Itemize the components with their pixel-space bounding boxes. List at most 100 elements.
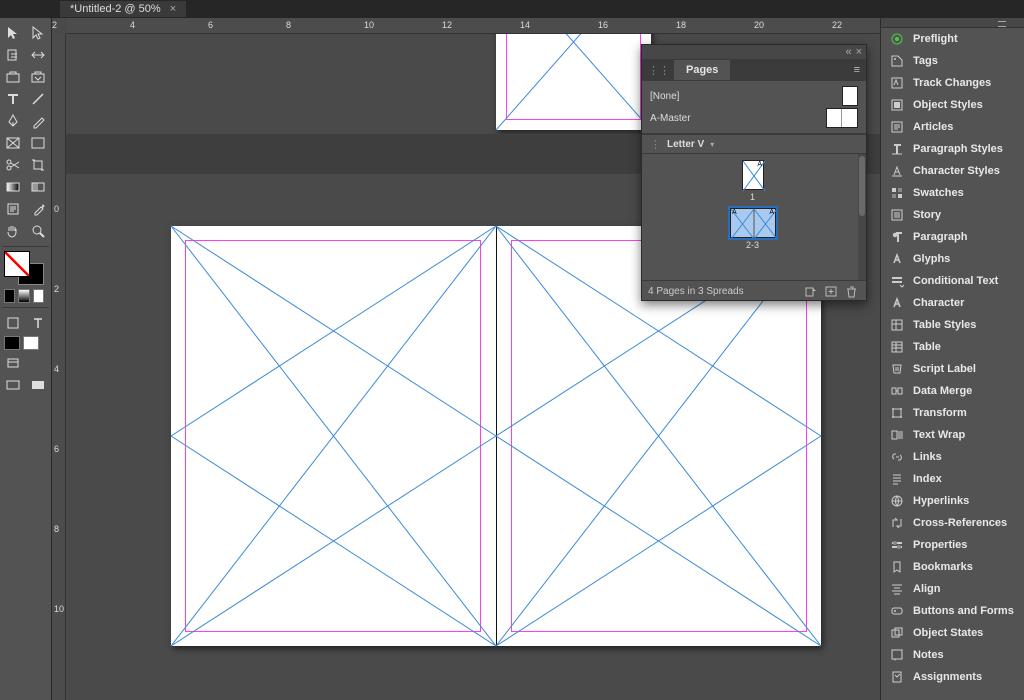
page-1[interactable] [496,34,651,130]
panel-text-wrap[interactable]: Text Wrap [881,424,1024,446]
swatch-defaults [4,336,47,350]
formatting-text-icon[interactable] [26,312,52,334]
panel-links[interactable]: Links [881,446,1024,468]
panel-articles[interactable]: Articles [881,116,1024,138]
document-tab[interactable]: *Untitled-2 @ 50% × [60,1,186,17]
panel-data-merge[interactable]: Data Merge [881,380,1024,402]
page-1-thumb[interactable]: A [742,160,764,190]
panel-bookmarks[interactable]: Bookmarks [881,556,1024,578]
panel-character-styles[interactable]: Character Styles [881,160,1024,182]
rectangle-tool-icon[interactable] [26,132,52,154]
edit-page-size-icon[interactable] [802,285,820,299]
panel-assignments[interactable]: Assignments [881,666,1024,688]
new-page-icon[interactable] [822,285,840,299]
panel-index[interactable]: Index [881,468,1024,490]
panel-character[interactable]: Character [881,292,1024,314]
cross-references-icon [889,515,905,531]
apply-none-icon[interactable] [33,289,44,303]
panel-swatches[interactable]: Swatches [881,182,1024,204]
spread-2-3-thumb[interactable]: AA [730,208,776,238]
panel-notes[interactable]: Notes [881,644,1024,666]
panel-conditional-text[interactable]: Conditional Text [881,270,1024,292]
zoom-tool-icon[interactable] [26,220,52,242]
panel-story[interactable]: Story [881,204,1024,226]
page-tool-icon[interactable] [0,44,26,66]
paragraph-icon [889,229,905,245]
panel-track-changes[interactable]: Track Changes [881,72,1024,94]
ruler-tick: 6 [208,20,213,30]
gap-tool-icon[interactable] [26,44,52,66]
panel-script-label[interactable]: Script Label [881,358,1024,380]
free-transform-tool-icon[interactable] [26,154,52,176]
object-styles-icon [889,97,905,113]
pages-panel-titlebar[interactable]: « × [642,45,866,59]
panel-preflight[interactable]: Preflight [881,28,1024,50]
pages-panel-footer: 4 Pages in 3 Spreads [642,280,866,302]
panel-table-styles[interactable]: Table Styles [881,314,1024,336]
panel-transform[interactable]: Transform [881,402,1024,424]
panel-object-states[interactable]: Object States [881,622,1024,644]
panel-hyperlinks[interactable]: Hyperlinks [881,490,1024,512]
panel-label: Object States [913,627,983,639]
screen-mode-icon[interactable] [0,374,26,396]
master-none-thumb[interactable] [842,86,858,106]
pencil-tool-icon[interactable] [26,110,52,132]
view-mode-normal-icon[interactable] [0,352,26,374]
apply-color-icon[interactable] [4,289,15,303]
line-tool-icon[interactable] [26,88,52,110]
hand-tool-icon[interactable] [0,220,26,242]
collapse-panel-icon[interactable]: « [845,46,851,58]
panel-paragraph-styles[interactable]: Paragraph Styles [881,138,1024,160]
content-collector-tool-icon[interactable] [0,66,26,88]
pages-scrollbar[interactable] [858,154,866,280]
master-a-row[interactable]: A-Master [650,107,858,129]
panel-label: Buttons and Forms [913,605,1014,617]
chevron-down-icon[interactable]: ▾ [710,140,714,149]
scissors-tool-icon[interactable] [0,154,26,176]
panel-align[interactable]: Align [881,578,1024,600]
fill-stroke-swatch[interactable] [4,251,48,285]
panel-properties[interactable]: Properties [881,534,1024,556]
selection-tool-icon[interactable] [0,22,26,44]
drag-handle-icon[interactable]: ⋮⋮ [648,64,670,77]
pages-thumbnails-area: A 1 AA 2-3 [642,154,866,280]
direct-selection-tool-icon[interactable] [26,22,52,44]
ruler-tick: 6 [54,444,59,454]
panel-table[interactable]: Table [881,336,1024,358]
master-a-thumb[interactable] [826,108,858,128]
note-tool-icon[interactable] [0,198,26,220]
dock-header[interactable] [881,18,1024,28]
vertical-ruler[interactable]: 0246810 [52,34,66,700]
tags-icon [889,53,905,69]
panel-menu-icon[interactable]: ≡ [854,64,860,76]
panel-label: Transform [913,407,967,419]
panel-object-styles[interactable]: Object Styles [881,94,1024,116]
apply-gradient-icon[interactable] [18,289,29,303]
delete-page-icon[interactable] [842,285,860,299]
page-1-label: 1 [750,192,755,202]
panel-buttons-and-forms[interactable]: Buttons and Forms [881,600,1024,622]
pen-tool-icon[interactable] [0,110,26,132]
panel-cross-references[interactable]: Cross-References [881,512,1024,534]
close-tab-icon[interactable]: × [170,3,176,15]
rectangle-frame-tool-icon[interactable] [0,132,26,154]
close-panel-icon[interactable]: × [856,46,862,58]
gradient-swatch-tool-icon[interactable] [0,176,26,198]
eyedropper-tool-icon[interactable] [26,198,52,220]
document-title: *Untitled-2 @ 50% [70,3,161,15]
panel-paragraph[interactable]: Paragraph [881,226,1024,248]
panel-tags[interactable]: Tags [881,50,1024,72]
default-black[interactable] [4,336,20,350]
screen-mode-preview-icon[interactable] [26,374,52,396]
pages-tab[interactable]: Pages [674,60,730,80]
gradient-feather-tool-icon[interactable] [26,176,52,198]
default-white[interactable] [23,336,39,350]
document-tab-bar: *Untitled-2 @ 50% × [0,0,1024,18]
master-none-row[interactable]: [None] [650,85,858,107]
type-tool-icon[interactable] [0,88,26,110]
formatting-container-icon[interactable] [0,312,26,334]
content-placer-tool-icon[interactable] [26,66,52,88]
page-size-bar[interactable]: ⋮ Letter V ▾ [642,134,866,154]
articles-icon [889,119,905,135]
panel-glyphs[interactable]: Glyphs [881,248,1024,270]
